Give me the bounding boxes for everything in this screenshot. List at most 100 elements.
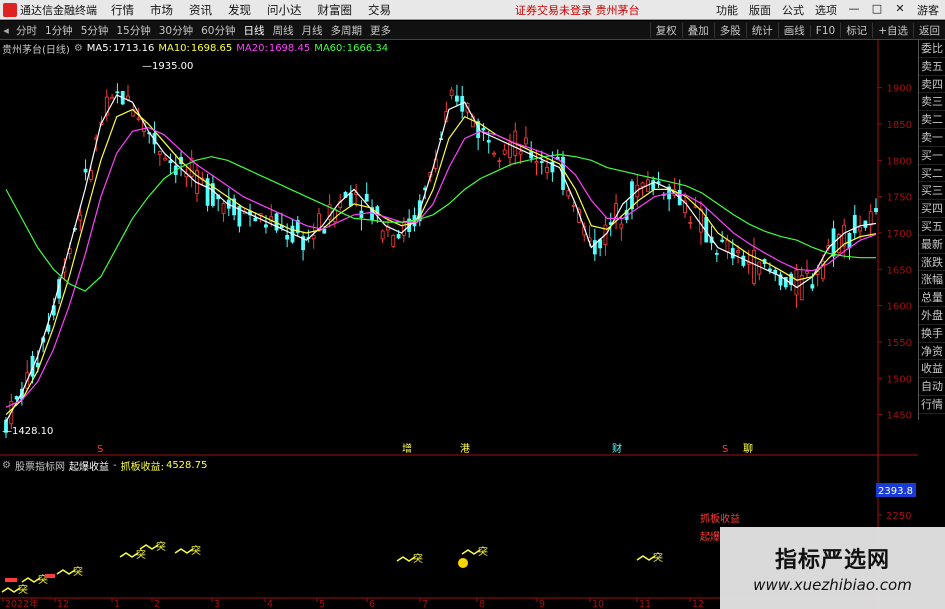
menu-options[interactable]: 选项 [815,2,837,18]
menu-layout[interactable]: 版面 [749,2,771,18]
side-item-1[interactable]: 卖五 [919,58,945,76]
candle-body [518,151,523,155]
candle-body [502,149,507,155]
indicator-value-label: 抓板收益: [120,461,164,473]
indicator-tick-label: 2250 [886,511,911,522]
x-tick-label: 8 [479,599,485,609]
side-item-18[interactable]: 收益 [919,360,945,379]
login-notice[interactable]: 证券交易未登录 贵州茅台 [515,2,640,18]
guest-login[interactable]: 游客 [917,2,939,18]
period-60min[interactable]: 60分钟 [201,23,235,38]
tool-multi-stock[interactable]: 多股 [713,23,746,38]
indicator-value: 4528.75 [165,459,208,471]
close-icon[interactable]: ✕ [894,2,906,18]
menu-market-quotes[interactable]: 行情 [111,2,134,18]
tool-add-watchlist[interactable]: +自选 [872,23,913,38]
menu-formula[interactable]: 公式 [782,2,804,18]
menu-trade[interactable]: 交易 [368,2,391,18]
candle-body [699,208,703,233]
side-item-19[interactable]: 自动 [919,378,945,396]
menu-wealth-circle[interactable]: 财富圈 [318,2,353,18]
side-item-10[interactable]: 买五 [919,218,945,236]
indicator-legend-2: 起爆 [700,531,720,543]
ma5-value: 1713.16 [112,42,155,54]
chart-tools: 复权 叠加 多股 统计 画线 F10 标记 +自选 返回 [649,21,945,40]
ma20-label: MA20: [236,42,268,54]
side-item-17[interactable]: 净资 [919,343,945,361]
collapse-left-icon[interactable]: ◂ [0,24,12,37]
tool-statistics[interactable]: 统计 [745,23,778,38]
y-tick-label: 1500 [887,374,912,385]
tool-adjust-rights[interactable]: 复权 [649,23,682,38]
side-item-11[interactable]: 最新 [919,236,945,254]
x-tick-label: 10 [592,599,604,609]
side-item-6[interactable]: 买一 [919,147,945,165]
period-monthly[interactable]: 月线 [302,23,323,38]
period-5min[interactable]: 5分钟 [81,23,109,38]
candle-body [714,252,719,255]
side-item-0[interactable]: 委比 [919,40,945,58]
tool-overlay[interactable]: 叠加 [681,23,714,38]
y-tick-label: 1700 [887,229,912,240]
menu-ask-xiaoda[interactable]: 问小达 [267,2,302,18]
side-item-20[interactable]: 行情 [919,396,945,414]
trading-terminal: 通达信金融终端 行情 市场 资讯 发现 问小达 财富圈 交易 证券交易未登录 贵… [0,0,945,609]
watermark: 指标严选网 www.xuezhibiao.com [720,527,945,609]
ma60-value: 1666.34 [346,42,389,54]
menu-market[interactable]: 市场 [150,2,173,18]
period-intraday[interactable]: 分时 [16,23,37,38]
ma10-value: 1698.65 [190,42,233,54]
candle-body [523,137,528,145]
x-tick-label: 12 [57,599,69,609]
candle-body [566,190,571,197]
x-tick-label: 9 [539,599,545,609]
period-daily[interactable]: 日线 [244,23,265,38]
event-marker: 聊 [743,442,753,455]
period-1min[interactable]: 1分钟 [45,23,73,38]
candle-body [481,127,486,131]
period-weekly[interactable]: 周线 [273,23,294,38]
side-item-16[interactable]: 换手 [919,325,945,343]
low-price-label: —1428.10 [2,426,53,437]
side-item-12[interactable]: 涨跌 [919,254,945,272]
period-multi[interactable]: 多周期 [331,23,363,38]
kline-chart[interactable]: 1900 1850 1800 1750 1700 1650 1600 1550 1500 1450… [0,40,918,609]
period-15min[interactable]: 15分钟 [116,23,150,38]
side-item-2[interactable]: 卖四 [919,76,945,94]
menu-news[interactable]: 资讯 [189,2,212,18]
candle-body [364,193,369,202]
indicator-settings-icon[interactable]: ⚙ [2,460,11,471]
maximize-icon[interactable]: □ [871,2,883,18]
high-price-label: —1935.00 [142,61,193,72]
candle-body [874,208,878,213]
side-item-14[interactable]: 总量 [919,289,945,307]
period-30min[interactable]: 30分钟 [159,23,193,38]
candle-body [455,95,459,102]
candle-body [380,230,385,240]
side-item-3[interactable]: 卖三 [919,93,945,112]
candle-body [534,161,539,164]
tool-draw-line[interactable]: 画线 [777,23,810,38]
side-item-7[interactable]: 买二 [919,165,945,183]
minimize-icon[interactable]: — [848,2,860,18]
x-tick-label: 4 [267,599,273,609]
breakout-tag: 突 [191,544,201,557]
side-item-8[interactable]: 买三 [919,182,945,201]
side-item-15[interactable]: 外盘 [919,307,945,325]
period-more[interactable]: 更多 [370,23,391,38]
side-item-13[interactable]: 涨幅 [919,271,945,290]
side-item-9[interactable]: 买四 [919,200,945,218]
side-item-4[interactable]: 卖二 [919,111,945,129]
settings-gear-icon[interactable]: ⚙ [74,43,83,54]
x-tick-label: 1 [114,599,120,609]
tool-back[interactable]: 返回 [913,23,945,38]
menu-functions[interactable]: 功能 [716,2,738,18]
y-tick-label: 1850 [887,120,912,131]
candle-body [852,215,857,234]
tool-mark[interactable]: 标记 [840,23,872,38]
side-item-5[interactable]: 卖一 [919,129,945,147]
candle-body [285,235,290,240]
tool-f10[interactable]: F10 [809,24,840,37]
menu-discover[interactable]: 发现 [228,2,251,18]
watermark-title: 指标严选网 [774,548,890,573]
